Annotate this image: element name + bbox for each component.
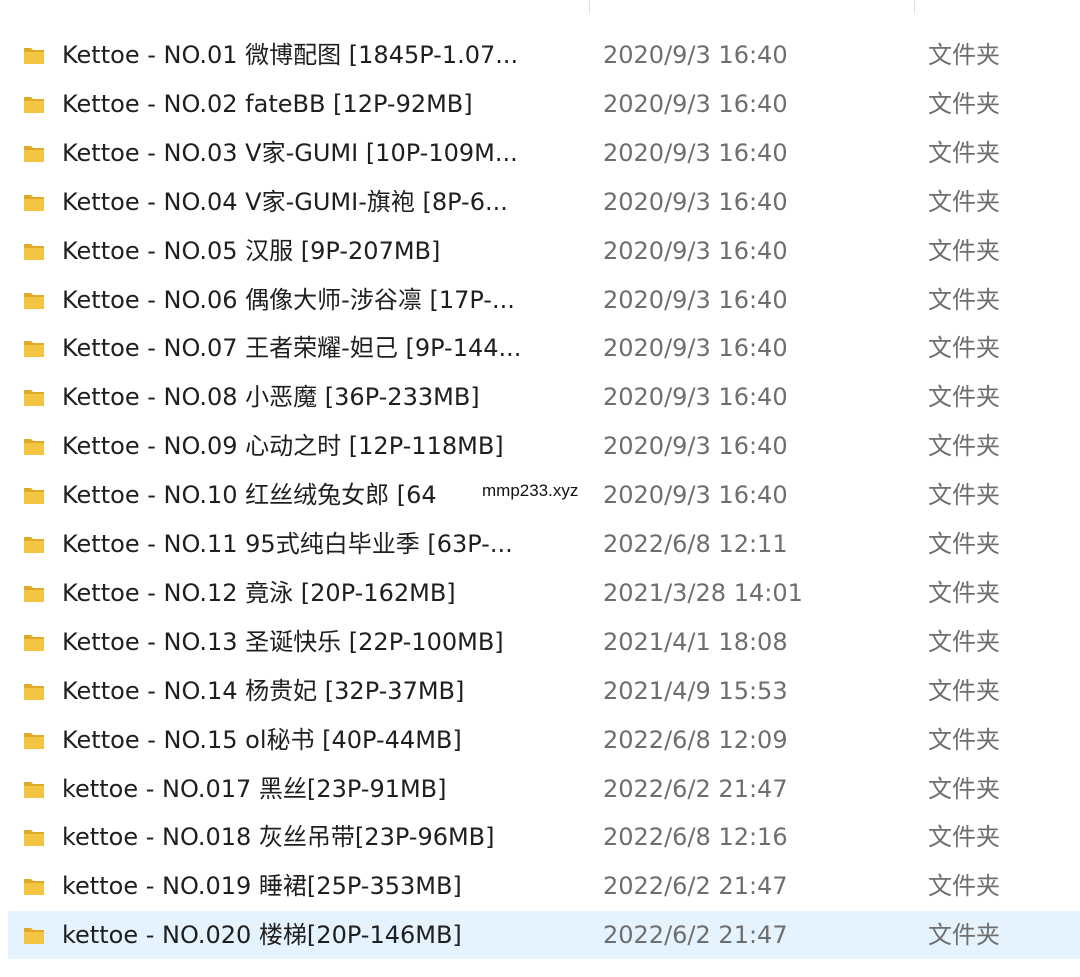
file-name[interactable]: Kettoe - NO.04 V家-GUMI-旗袍 [8P-6... [62,178,582,226]
file-row[interactable]: Kettoe - NO.09 心动之时 [12P-118MB] 2020/9/3 … [8,422,1080,470]
file-date-modified: 2020/9/3 16:40 [603,432,788,460]
file-date-modified: 2021/3/28 14:01 [603,579,803,607]
file-date-modified: 2022/6/8 12:16 [603,823,788,851]
folder-icon [22,239,46,263]
folder-icon [22,581,46,605]
file-name[interactable]: Kettoe - NO.05 汉服 [9P-207MB] [62,227,582,275]
file-name[interactable]: Kettoe - NO.12 竟泳 [20P-162MB] [62,569,582,617]
file-row[interactable]: Kettoe - NO.15 ol秘书 [40P-44MB] 2022/6/8 1… [8,716,1080,764]
file-name[interactable]: Kettoe - NO.03 V家-GUMI [10P-109M... [62,129,582,177]
folder-icon [22,483,46,507]
watermark-text: mmp233.xyz [480,481,581,501]
file-name[interactable]: Kettoe - NO.07 王者荣耀-妲己 [9P-144... [62,324,582,372]
file-name[interactable]: Kettoe - NO.08 小恶魔 [36P-233MB] [62,373,582,421]
file-name[interactable]: Kettoe - NO.15 ol秘书 [40P-44MB] [62,716,582,764]
file-name[interactable]: Kettoe - NO.09 心动之时 [12P-118MB] [62,422,582,470]
file-name[interactable]: Kettoe - NO.11 95式纯白毕业季 [63P-... [62,520,582,568]
folder-icon [22,630,46,654]
folder-icon [22,141,46,165]
folder-icon [22,923,46,947]
file-name[interactable]: kettoe - NO.018 灰丝吊带[23P-96MB] [62,813,582,861]
file-row[interactable]: Kettoe - NO.13 圣诞快乐 [22P-100MB] 2021/4/1 … [8,618,1080,666]
file-name[interactable]: kettoe - NO.019 睡裙[25P-353MB] [62,862,582,910]
file-name[interactable]: Kettoe - NO.06 偶像大师-涉谷凛 [17P-... [62,276,582,324]
folder-icon [22,777,46,801]
file-type: 文件夹 [928,188,1000,216]
file-name[interactable]: Kettoe - NO.01 微博配图 [1845P-1.07... [62,31,582,79]
file-row[interactable]: Kettoe - NO.12 竟泳 [20P-162MB] 2021/3/28 1… [8,569,1080,617]
file-row[interactable]: Kettoe - NO.14 杨贵妃 [32P-37MB] 2021/4/9 15… [8,667,1080,715]
file-type: 文件夹 [928,41,1000,69]
folder-icon [22,288,46,312]
file-type: 文件夹 [928,237,1000,265]
file-date-modified: 2020/9/3 16:40 [603,286,788,314]
file-type: 文件夹 [928,334,1000,362]
file-row[interactable]: Kettoe - NO.08 小恶魔 [36P-233MB] 2020/9/3 1… [8,373,1080,421]
file-type: 文件夹 [928,677,1000,705]
file-name[interactable]: Kettoe - NO.02 fateBB [12P-92MB] [62,80,582,128]
file-row[interactable]: Kettoe - NO.04 V家-GUMI-旗袍 [8P-6... 2020/9… [8,178,1080,226]
file-row[interactable]: Kettoe - NO.11 95式纯白毕业季 [63P-... 2022/6/8… [8,520,1080,568]
folder-icon [22,190,46,214]
file-date-modified: 2021/4/1 18:08 [603,628,788,656]
file-date-modified: 2022/6/8 12:09 [603,726,788,754]
file-row[interactable]: Kettoe - NO.07 王者荣耀-妲己 [9P-144... 2020/9/… [8,324,1080,372]
file-type: 文件夹 [928,286,1000,314]
file-type: 文件夹 [928,921,1000,949]
file-date-modified: 2020/9/3 16:40 [603,237,788,265]
file-type: 文件夹 [928,139,1000,167]
column-divider-type[interactable] [914,0,915,14]
file-row[interactable]: kettoe - NO.019 睡裙[25P-353MB] 2022/6/2 21… [8,862,1080,910]
folder-icon [22,728,46,752]
file-date-modified: 2022/6/2 21:47 [603,921,788,949]
folder-icon [22,679,46,703]
file-date-modified: 2020/9/3 16:40 [603,383,788,411]
file-date-modified: 2022/6/8 12:11 [603,530,788,558]
file-type: 文件夹 [928,628,1000,656]
file-type: 文件夹 [928,90,1000,118]
file-date-modified: 2020/9/3 16:40 [603,139,788,167]
file-date-modified: 2020/9/3 16:40 [603,334,788,362]
folder-icon [22,385,46,409]
folder-icon [22,43,46,67]
file-type: 文件夹 [928,872,1000,900]
file-row[interactable]: kettoe - NO.018 灰丝吊带[23P-96MB] 2022/6/8 1… [8,813,1080,861]
folder-icon [22,532,46,556]
folder-icon [22,825,46,849]
file-date-modified: 2020/9/3 16:40 [603,188,788,216]
file-date-modified: 2022/6/2 21:47 [603,775,788,803]
file-type: 文件夹 [928,775,1000,803]
folder-icon [22,336,46,360]
file-row[interactable]: Kettoe - NO.02 fateBB [12P-92MB] 2020/9/3… [8,80,1080,128]
file-type: 文件夹 [928,481,1000,509]
file-row[interactable]: kettoe - NO.020 楼梯[20P-146MB] 2022/6/2 21… [8,911,1080,959]
file-type: 文件夹 [928,823,1000,851]
file-row[interactable]: Kettoe - NO.06 偶像大师-涉谷凛 [17P-... 2020/9/3… [8,276,1080,324]
file-row[interactable]: Kettoe - NO.05 汉服 [9P-207MB] 2020/9/3 16:… [8,227,1080,275]
file-type: 文件夹 [928,579,1000,607]
file-type: 文件夹 [928,726,1000,754]
file-type: 文件夹 [928,432,1000,460]
file-name[interactable]: Kettoe - NO.13 圣诞快乐 [22P-100MB] [62,618,582,666]
column-divider-date[interactable] [589,0,590,14]
file-row[interactable]: Kettoe - NO.01 微博配图 [1845P-1.07... 2020/9… [8,31,1080,79]
file-date-modified: 2020/9/3 16:40 [603,41,788,69]
folder-icon [22,434,46,458]
file-type: 文件夹 [928,530,1000,558]
file-name[interactable]: Kettoe - NO.14 杨贵妃 [32P-37MB] [62,667,582,715]
folder-icon [22,92,46,116]
file-type: 文件夹 [928,383,1000,411]
file-date-modified: 2020/9/3 16:40 [603,90,788,118]
folder-icon [22,874,46,898]
file-name[interactable]: kettoe - NO.017 黑丝[23P-91MB] [62,765,582,813]
file-date-modified: 2020/9/3 16:40 [603,481,788,509]
file-name[interactable]: kettoe - NO.020 楼梯[20P-146MB] [62,911,582,959]
file-row[interactable]: kettoe - NO.017 黑丝[23P-91MB] 2022/6/2 21:… [8,765,1080,813]
file-row[interactable]: Kettoe - NO.03 V家-GUMI [10P-109M... 2020/… [8,129,1080,177]
file-date-modified: 2022/6/2 21:47 [603,872,788,900]
file-date-modified: 2021/4/9 15:53 [603,677,788,705]
